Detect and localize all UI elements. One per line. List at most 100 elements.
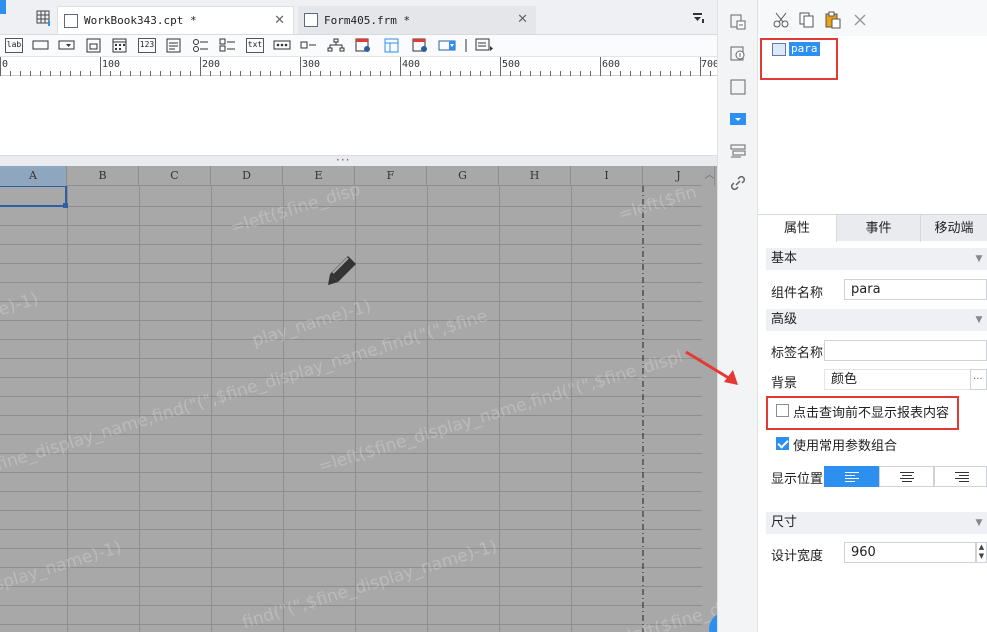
section-advanced-label: 高级: [771, 312, 798, 327]
column-header[interactable]: F: [355, 166, 427, 186]
ruler-label: 0: [2, 59, 9, 70]
label-widget-button[interactable]: lab: [5, 38, 23, 53]
component-side-strip: [717, 0, 758, 632]
column-header[interactable]: D: [211, 166, 283, 186]
tree-node-label: para: [789, 42, 820, 56]
selected-cell[interactable]: [0, 186, 67, 207]
section-basic[interactable]: 基本 ▼: [766, 248, 987, 270]
widget-name-label: 组件名称: [771, 286, 824, 301]
report-block-icon[interactable]: [729, 45, 747, 63]
design-width-label: 设计宽度: [771, 549, 824, 564]
column-header[interactable]: E: [283, 166, 355, 186]
ruler-label: 600: [602, 59, 621, 70]
combo-widget-icon[interactable]: [58, 38, 76, 53]
column-header[interactable]: G: [427, 166, 499, 186]
tab-widget-icon[interactable]: [729, 142, 747, 160]
tab-events[interactable]: 事件: [836, 215, 920, 242]
widget-name-field[interactable]: para: [844, 279, 987, 300]
design-width-stepper[interactable]: ▲ ▼: [976, 542, 987, 563]
panel-splitter[interactable]: ···: [0, 153, 717, 167]
annotation-arrow: [685, 350, 738, 385]
param-form-icon[interactable]: [85, 38, 103, 53]
hide-before-query-label: 点击查询前不显示报表内容: [793, 406, 950, 421]
cut-icon[interactable]: [772, 11, 790, 29]
tab-overflow-icon[interactable]: [690, 10, 706, 26]
datetime-widget-icon[interactable]: [411, 38, 429, 53]
edit-toolbar: [758, 0, 987, 36]
text-widget-button[interactable]: txt: [246, 38, 264, 53]
align-right-icon: [955, 472, 969, 484]
tree-node-para[interactable]: para: [772, 42, 820, 56]
password-widget-icon[interactable]: [273, 38, 291, 53]
delete-icon[interactable]: [851, 11, 869, 29]
hide-before-query-checkbox[interactable]: [776, 404, 789, 417]
tag-name-label: 标签名称: [771, 346, 824, 361]
tab-properties[interactable]: 属性: [758, 215, 836, 242]
frame-widget-icon[interactable]: [729, 78, 747, 96]
chevron-down-icon[interactable]: ▼: [971, 248, 987, 270]
button-widget-icon[interactable]: [32, 38, 50, 53]
section-basic-label: 基本: [771, 251, 798, 266]
more-widgets-icon[interactable]: [475, 38, 493, 53]
properties-panel: para 属性 事件 移动端 基本 ▼ 组件名称 para 高级 ▼ 标签名称 …: [758, 0, 987, 632]
workbook-file-icon: [64, 13, 78, 28]
date-widget-icon[interactable]: [111, 38, 129, 53]
textarea-widget-icon[interactable]: [165, 38, 183, 53]
layout-widget-icon[interactable]: [729, 13, 747, 31]
fill-handle[interactable]: [63, 203, 68, 208]
design-width-field[interactable]: 960: [844, 542, 976, 563]
paste-icon[interactable]: [824, 11, 842, 29]
tab-mobile[interactable]: 移动端: [920, 215, 987, 242]
dropdown-widget-icon[interactable]: [729, 110, 747, 128]
dropdown-tree-icon[interactable]: [438, 38, 456, 53]
close-icon[interactable]: ✕: [517, 12, 528, 27]
align-center-button[interactable]: [879, 466, 934, 487]
use-common-params-label: 使用常用参数组合: [793, 439, 898, 454]
chevron-down-icon[interactable]: ▼: [971, 309, 987, 331]
property-tabs: 属性 事件 移动端: [758, 214, 987, 242]
column-header-row: A B C D E F G H I J: [0, 166, 715, 186]
tab-form[interactable]: Form405.frm * ✕: [298, 6, 536, 34]
column-header[interactable]: H: [499, 166, 571, 186]
parameter-panel-canvas[interactable]: [0, 76, 717, 156]
align-left-button[interactable]: [824, 466, 879, 487]
splitter-grip-icon[interactable]: ···: [336, 153, 350, 167]
background-more-button[interactable]: ···: [970, 369, 987, 390]
background-label: 背景: [771, 376, 798, 391]
background-field[interactable]: 颜色: [824, 369, 972, 390]
report-sheet[interactable]: A B C D E F G H I J ︿ =left($fine_disp =…: [0, 166, 717, 632]
tab-workbook[interactable]: WorkBook343.cpt * ✕: [57, 6, 294, 34]
number-widget-button[interactable]: 123: [138, 38, 156, 53]
radio-group-icon[interactable]: [192, 38, 210, 53]
column-header[interactable]: A: [0, 166, 67, 186]
column-header[interactable]: B: [67, 166, 139, 186]
checkbox-group-icon[interactable]: [219, 38, 237, 53]
tab-workbook-label: WorkBook343.cpt *: [84, 14, 197, 27]
widget-toolbar: lab 123 txt: [0, 35, 717, 57]
new-report-icon[interactable]: [36, 10, 52, 26]
tag-name-field[interactable]: [824, 340, 987, 361]
date-range-icon[interactable]: [354, 38, 372, 53]
column-header[interactable]: C: [139, 166, 211, 186]
close-icon[interactable]: ✕: [274, 13, 285, 28]
display-position-label: 显示位置: [771, 472, 824, 487]
link-icon[interactable]: [729, 174, 747, 192]
column-header[interactable]: I: [571, 166, 643, 186]
section-size[interactable]: 尺寸 ▼: [766, 512, 987, 534]
copy-icon[interactable]: [798, 11, 816, 29]
pencil-icon: [328, 256, 356, 285]
chevron-down-icon[interactable]: ▼: [971, 512, 987, 534]
designer-window: { "tabs": [ {"label": "WorkBook343.cpt *…: [0, 0, 987, 632]
table-tree-icon[interactable]: [383, 38, 401, 53]
parameter-panel-icon: [772, 42, 786, 56]
ruler-label: 300: [302, 59, 321, 70]
checkbox-widget-icon[interactable]: [300, 38, 318, 53]
align-right-button[interactable]: [934, 466, 987, 487]
tree-widget-icon[interactable]: [327, 38, 345, 53]
scroll-up-icon[interactable]: ︿: [702, 166, 717, 186]
ruler-label: 200: [202, 59, 221, 70]
file-tab-bar: WorkBook343.cpt * ✕ Form405.frm * ✕: [0, 0, 717, 35]
use-common-params-checkbox[interactable]: [776, 437, 789, 450]
section-advanced[interactable]: 高级 ▼: [766, 309, 987, 331]
cell-grid[interactable]: [0, 186, 702, 632]
